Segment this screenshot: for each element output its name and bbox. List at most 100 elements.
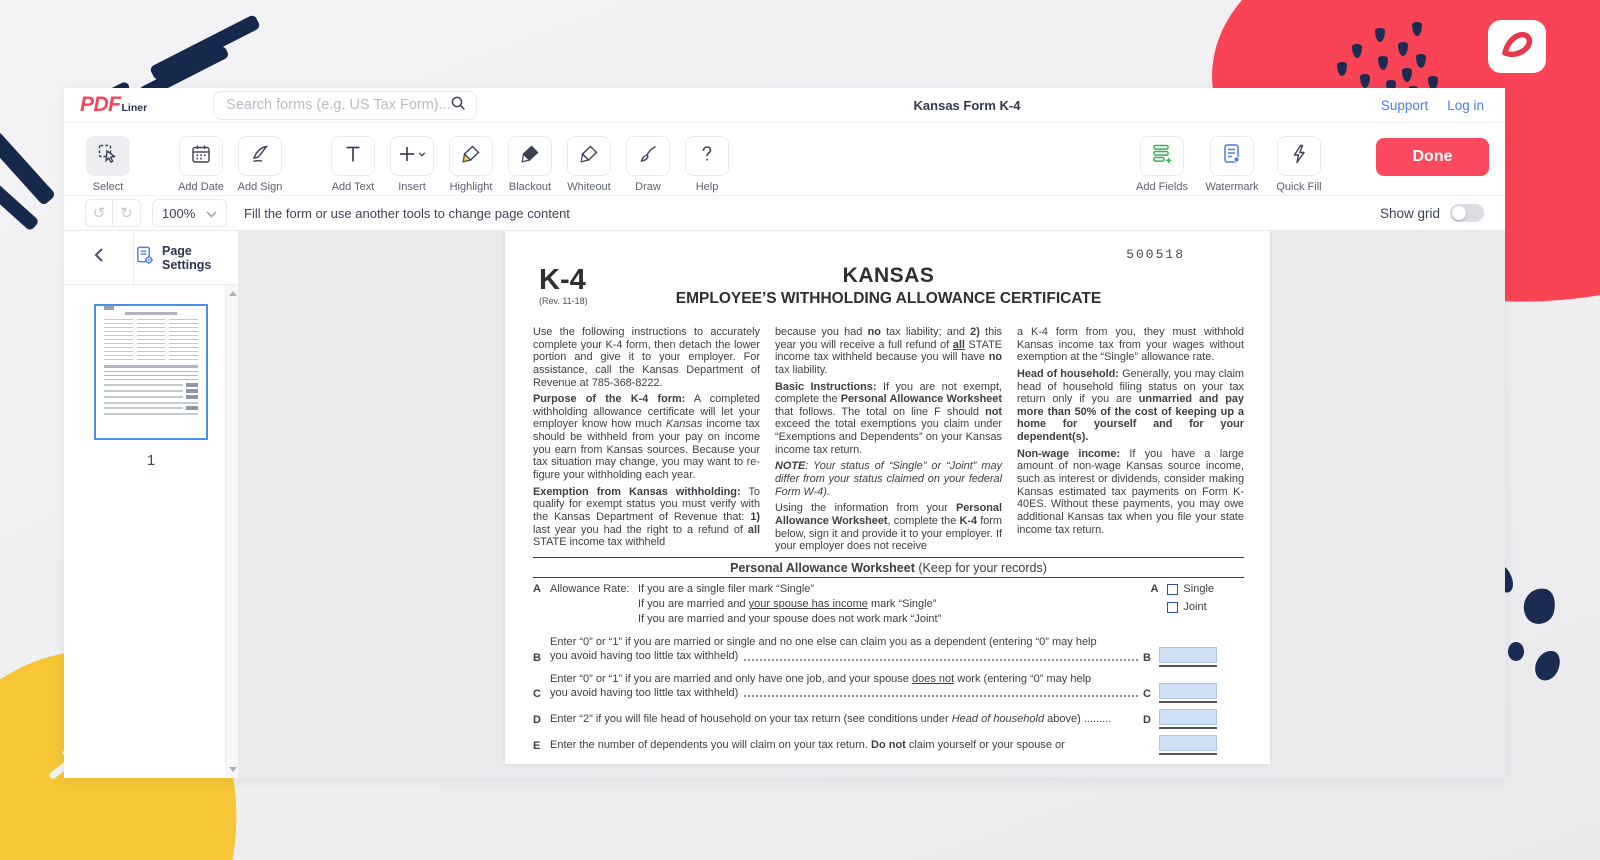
login-link[interactable]: Log in xyxy=(1447,98,1484,113)
paragraph: NOTE: Your status of “Single” or “Joint”… xyxy=(775,460,1002,498)
single-checkbox[interactable] xyxy=(1167,584,1178,595)
content-area: Page Settings xyxy=(64,231,1505,778)
page-thumbnail[interactable] xyxy=(94,304,208,440)
row-a-line: If you are a single filer mark “Single” xyxy=(638,582,1150,597)
field-b-input[interactable] xyxy=(1159,647,1217,663)
field-d-input[interactable] xyxy=(1159,709,1217,725)
blackout-button[interactable]: Blackout xyxy=(507,136,553,193)
paragraph: Exemption from Kansas withholding: To qu… xyxy=(533,486,760,549)
field-e-input[interactable] xyxy=(1159,735,1217,751)
worksheet-row-d: D Enter “2” if you will file head of hou… xyxy=(533,709,1244,726)
field-d-wrap xyxy=(1159,709,1217,729)
form-revision: (Rev. 11-18) xyxy=(539,296,588,306)
form-code: K-4 xyxy=(539,266,588,295)
redo-button[interactable]: ↻ xyxy=(113,199,141,227)
paragraph: Non-wage income: If you have a large amo… xyxy=(1017,448,1244,536)
row-d-line1: Enter “2” if you will file head of house… xyxy=(550,713,1111,727)
main-toolbar: Select Add Date Add Sign Add Text xyxy=(64,123,1505,195)
paragraph: because you had no tax liability; and 2)… xyxy=(775,326,1002,377)
done-button[interactable]: Done xyxy=(1376,138,1489,176)
select-icon xyxy=(97,143,119,170)
show-grid-label: Show grid xyxy=(1380,206,1440,221)
insert-button[interactable]: Insert xyxy=(389,136,435,193)
pdf-page[interactable]: 500518 K-4 (Rev. 11-18) KANSAS EMPLOYEE’… xyxy=(505,231,1270,764)
page-settings-label: Page Settings xyxy=(162,244,238,272)
allowance-rate-label: Allowance Rate: xyxy=(550,582,638,628)
watermark-button[interactable]: Watermark xyxy=(1209,136,1255,193)
page-settings-button[interactable]: Page Settings xyxy=(134,244,238,272)
logo-liner-text: Liner xyxy=(122,102,148,114)
header-links: Support Log in xyxy=(1381,98,1505,113)
sidebar-scrollbar[interactable] xyxy=(225,285,238,778)
scroll-up-arrow-icon[interactable] xyxy=(229,291,237,296)
chevron-down-icon xyxy=(206,206,217,221)
undo-icon: ↺ xyxy=(93,204,106,222)
instructions-column-3: a K-4 form from you, they must withhold … xyxy=(1017,326,1244,557)
worksheet-heading: Personal Allowance Worksheet (Keep for y… xyxy=(533,558,1244,577)
add-fields-button[interactable]: Add Fields xyxy=(1139,136,1185,193)
select-tool-button[interactable]: Select xyxy=(85,136,131,193)
paragraph: a K-4 form from you, they must withhold … xyxy=(1017,326,1244,364)
add-sign-button[interactable]: Add Sign xyxy=(237,136,283,193)
zoom-level-select[interactable]: 100% xyxy=(152,199,227,227)
sub-toolbar: ↺ ↻ 100% Fill the form or use another to… xyxy=(64,195,1505,231)
single-label: Single xyxy=(1183,582,1214,597)
joint-checkbox-row[interactable]: Joint xyxy=(1167,600,1214,615)
navy-paint-blob xyxy=(1520,585,1559,627)
acrobat-logo-icon xyxy=(1498,27,1536,66)
row-letter: B xyxy=(1143,652,1151,664)
field-c-wrap xyxy=(1159,683,1217,703)
draw-button[interactable]: Draw xyxy=(625,136,671,193)
paragraph: Purpose of the K-4 form: A completed wit… xyxy=(533,393,760,481)
app-header: PDF Liner Search forms (e.g. US Tax Form… xyxy=(64,88,1505,123)
paragraph: Basic Instructions: If you are not exemp… xyxy=(775,381,1002,457)
row-letter: A xyxy=(1150,582,1158,597)
highlight-button[interactable]: Highlight xyxy=(448,136,494,193)
navy-brush-stroke xyxy=(149,14,261,81)
help-button[interactable]: Help xyxy=(684,136,730,193)
search-icon[interactable] xyxy=(450,95,466,116)
support-link[interactable]: Support xyxy=(1381,98,1428,113)
app-window: PDF Liner Search forms (e.g. US Tax Form… xyxy=(64,88,1505,778)
row-c-line2: you avoid having too little tax withheld… xyxy=(550,687,738,701)
redo-icon: ↻ xyxy=(120,204,133,222)
form-subtitle: EMPLOYEE’S WITHHOLDING ALLOWANCE CERTIFI… xyxy=(533,290,1244,308)
row-letter: B xyxy=(533,652,550,664)
scroll-down-arrow-icon[interactable] xyxy=(229,767,237,772)
text-icon xyxy=(342,143,364,170)
page-thumbnail-wrap: 1 xyxy=(64,304,238,469)
add-fields-icon xyxy=(1150,142,1174,171)
worksheet-row-e: E Enter the number of dependents you wil… xyxy=(533,735,1244,752)
worksheet-row-a: A Allowance Rate: If you are a single fi… xyxy=(533,582,1244,628)
single-checkbox-row[interactable]: Single xyxy=(1167,582,1214,597)
highlight-brush-icon xyxy=(460,143,482,170)
instructions-column-2: because you had no tax liability; and 2)… xyxy=(775,326,1002,557)
quick-fill-button[interactable]: Quick Fill xyxy=(1276,136,1322,193)
add-text-button[interactable]: Add Text xyxy=(330,136,376,193)
row-a-line: If you are married and your spouse does … xyxy=(638,612,1150,627)
dotted-leader xyxy=(744,695,1138,697)
collapse-sidebar-button[interactable] xyxy=(64,231,134,284)
field-b-wrap xyxy=(1159,647,1217,667)
show-grid-toggle[interactable] xyxy=(1450,204,1484,222)
blackout-brush-icon xyxy=(519,143,541,170)
undo-button[interactable]: ↺ xyxy=(85,199,113,227)
instructions-column-1: Use the following instructions to accura… xyxy=(533,326,760,557)
personal-allowance-worksheet: A Allowance Rate: If you are a single fi… xyxy=(533,582,1244,753)
whiteout-button[interactable]: Whiteout xyxy=(566,136,612,193)
joint-label: Joint xyxy=(1183,600,1206,615)
add-date-button[interactable]: Add Date xyxy=(178,136,224,193)
pdfliner-logo[interactable]: PDF Liner xyxy=(80,93,147,117)
zoom-level-value: 100% xyxy=(162,206,195,221)
page-number-label: 1 xyxy=(147,452,155,469)
worksheet-row-c: C Enter “0” or “1” if you are married an… xyxy=(533,673,1244,701)
search-input[interactable]: Search forms (e.g. US Tax Form)... xyxy=(213,91,477,120)
page-settings-icon xyxy=(134,245,155,271)
row-letter: C xyxy=(1143,688,1151,700)
joint-checkbox[interactable] xyxy=(1167,602,1178,613)
document-canvas[interactable]: 500518 K-4 (Rev. 11-18) KANSAS EMPLOYEE’… xyxy=(238,231,1505,778)
paragraph: Use the following instructions to accura… xyxy=(533,326,760,389)
field-c-input[interactable] xyxy=(1159,683,1217,699)
row-b-line1: Enter “0” or “1” if you are married or s… xyxy=(550,636,1143,650)
form-title: KANSAS xyxy=(533,264,1244,288)
